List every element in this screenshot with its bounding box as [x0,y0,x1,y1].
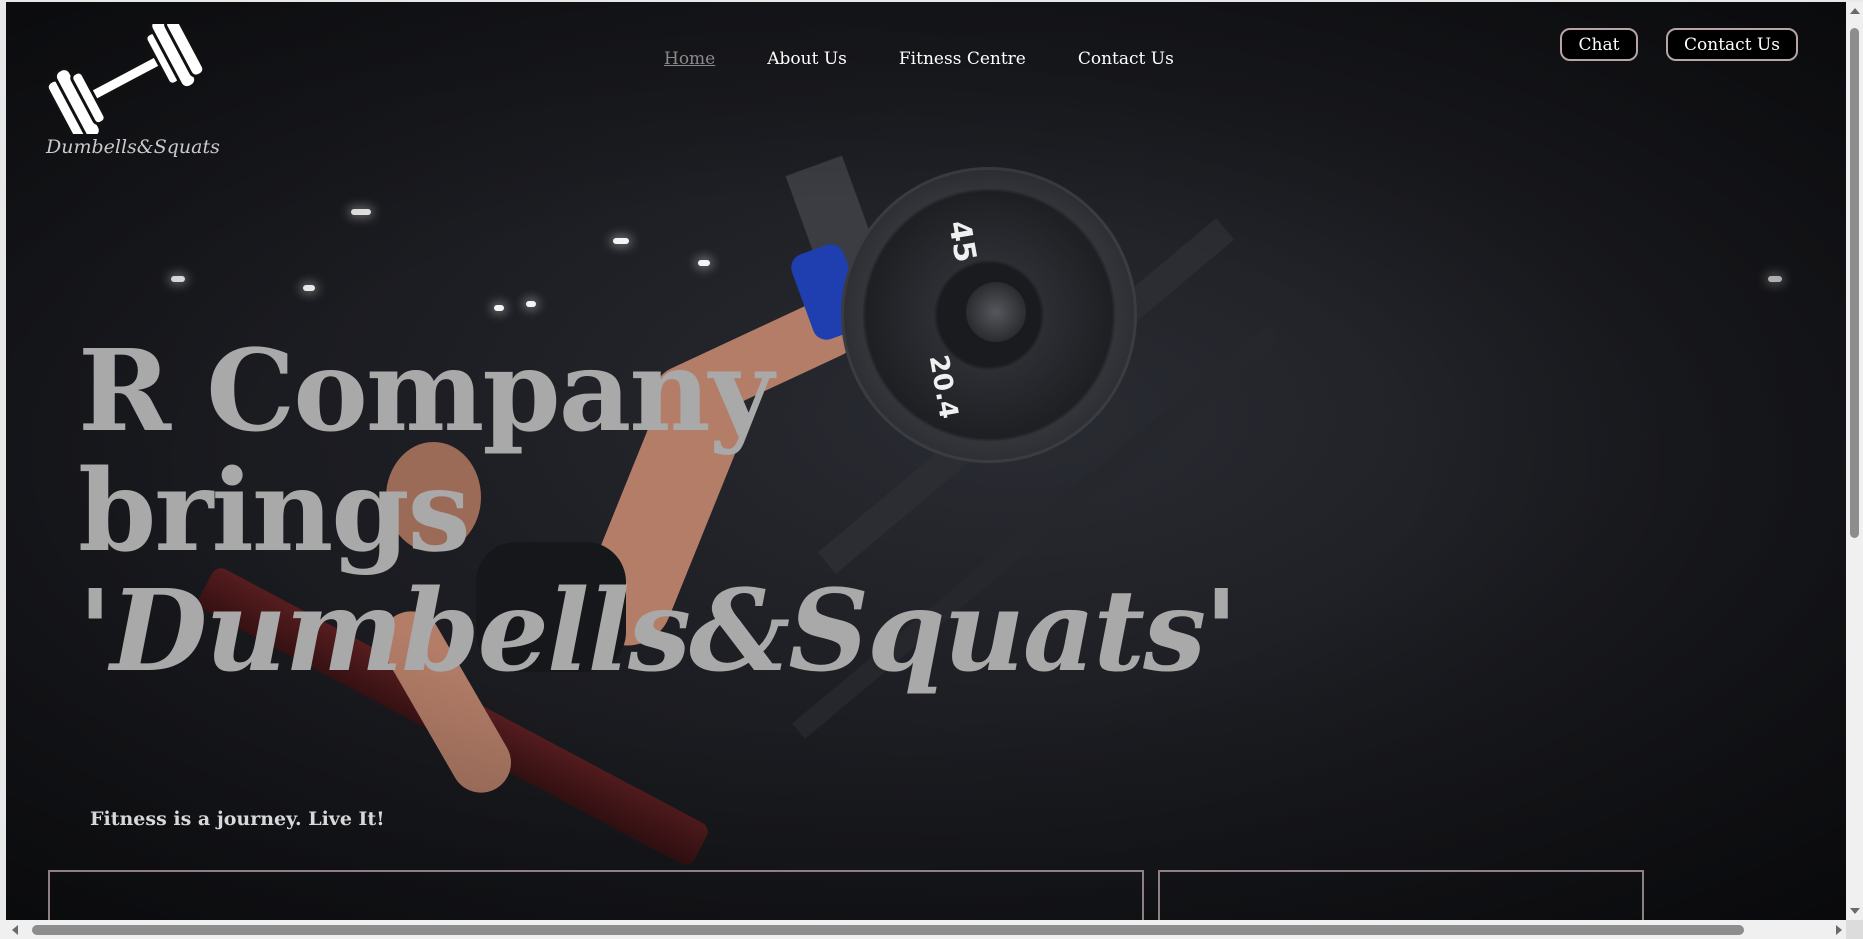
content-card [48,870,1144,920]
hero-title-brand: 'Dumbells&Squats' [78,566,1238,697]
ceiling-light [526,301,536,307]
horizontal-scroll-thumb[interactable] [32,925,1744,935]
hero-title-line: R Company [78,326,774,457]
ceiling-light [613,238,629,244]
page-viewport: 45 20.4 Dumbells&Squats Home About Us Fi… [6,2,1846,920]
scrollbar-corner [1846,920,1863,939]
horizontal-scrollbar[interactable] [0,920,1846,939]
vertical-scroll-thumb[interactable] [1850,28,1859,538]
contact-us-button[interactable]: Contact Us [1666,28,1798,61]
scroll-right-icon[interactable] [1836,925,1842,935]
ceiling-light [494,305,504,311]
scroll-left-icon[interactable] [12,925,18,935]
content-card [1158,870,1644,920]
chat-button[interactable]: Chat [1560,28,1638,61]
nav-contact-link[interactable]: Contact Us [1078,49,1174,69]
nav-fitness-centre-link[interactable]: Fitness Centre [899,49,1026,69]
vertical-scrollbar[interactable] [1846,2,1863,920]
ceiling-light [1768,276,1782,282]
shoe-shape [787,240,870,344]
scroll-up-icon[interactable] [1850,8,1860,14]
leg-press-frame [785,155,887,299]
ceiling-light [351,209,371,215]
ceiling-light [303,285,315,291]
hero-tagline: Fitness is a journey. Live It! [90,808,385,830]
browser-window: 45 20.4 Dumbells&Squats Home About Us Fi… [0,0,1863,939]
brand-name: Dumbells&Squats [46,136,220,158]
nav-about-link[interactable]: About Us [767,49,847,69]
dumbbell-icon [46,24,206,134]
plate-number: 45 [941,217,983,266]
hero-title-line: brings [78,446,471,577]
scroll-down-icon[interactable] [1850,908,1860,914]
ceiling-light [171,276,185,282]
nav-home-link[interactable]: Home [664,49,715,69]
main-nav: Home About Us Fitness Centre Contact Us [664,49,1226,69]
hero-title: R Company brings 'Dumbells&Squats' [78,326,1238,697]
brand-logo[interactable]: Dumbells&Squats [46,24,220,158]
ceiling-light [698,260,710,266]
